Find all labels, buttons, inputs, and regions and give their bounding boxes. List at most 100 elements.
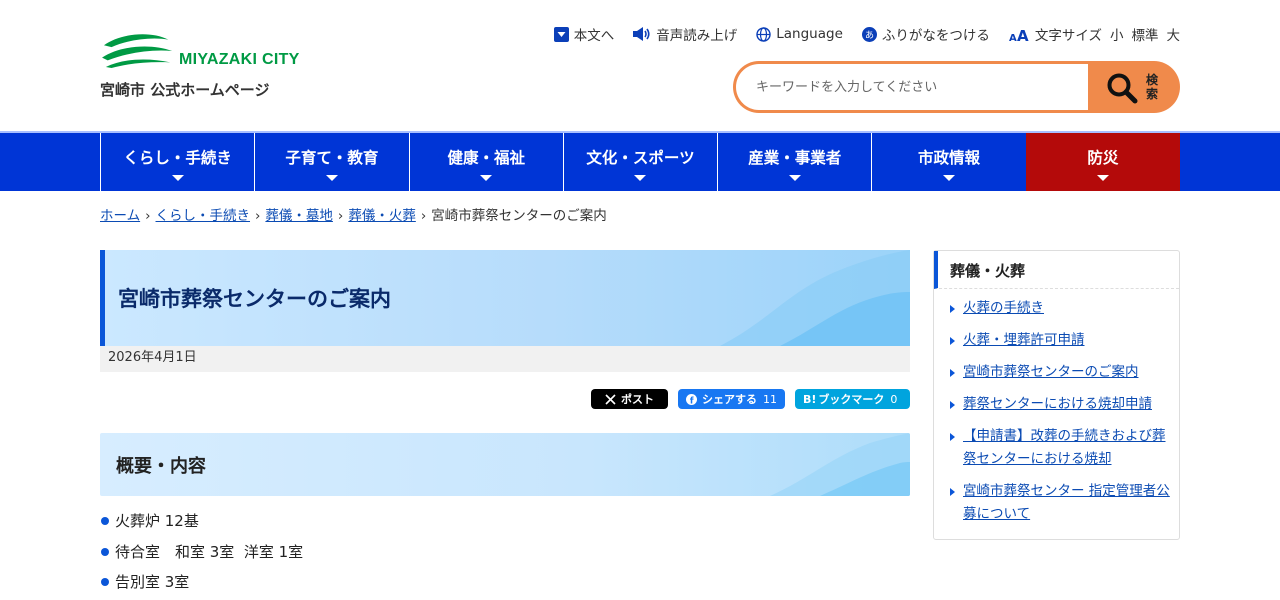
font-size-large-button[interactable]: 大	[1167, 24, 1181, 44]
breadcrumb-link-funeral-cemetery[interactable]: 葬儀・墓地	[265, 208, 333, 224]
sidebar-link-cremation-procedure[interactable]: 火葬の手続き	[963, 300, 1044, 316]
font-size-standard-button[interactable]: 標準	[1132, 24, 1159, 44]
nav-item-childcare[interactable]: 子育て・教育	[254, 133, 408, 191]
sidebar-item: 【申請書】改葬の手続きおよび葬祭センターにおける焼却	[948, 425, 1173, 471]
sidebar-heading: 葬儀・火葬	[934, 251, 1179, 289]
breadcrumb-link-home[interactable]: ホーム	[100, 208, 140, 224]
hatena-bookmark-label: ブックマーク	[818, 393, 885, 406]
breadcrumb-separator: ›	[337, 208, 344, 224]
svg-text:A: A	[1009, 33, 1017, 42]
site-header: MIYAZAKI CITY 宮崎市 公式ホームページ 本文へ 音声読み上げ La…	[0, 0, 1280, 131]
sidebar-link-incineration-application[interactable]: 葬祭センターにおける焼却申請	[963, 396, 1152, 412]
caret-down-icon	[634, 175, 647, 181]
sidebar-link-list: 火葬の手続き 火葬・埋葬許可申請 宮崎市葬祭センターのご案内 葬祭センターにおけ…	[948, 297, 1173, 535]
list-item: 待合室 和室 3室 洋室 1室	[100, 537, 303, 568]
nav-item-industry[interactable]: 産業・事業者	[717, 133, 871, 191]
nav-label: くらし・手続き	[123, 149, 232, 167]
nav-label: 防災	[1087, 149, 1119, 167]
nav-item-disaster[interactable]: 防災	[1025, 133, 1180, 191]
nav-label: 文化・スポーツ	[586, 149, 695, 167]
sidebar-item: 葬祭センターにおける焼却申請	[948, 393, 1173, 416]
nav-label: 産業・事業者	[748, 149, 842, 167]
read-aloud-link[interactable]: 音声読み上げ	[633, 24, 737, 44]
site-search: 検索	[733, 61, 1180, 113]
caret-down-icon	[788, 175, 801, 181]
language-link[interactable]: Language	[756, 26, 843, 42]
breadcrumb-current: 宮崎市葬祭センターのご案内	[431, 208, 607, 224]
caret-down-icon	[325, 175, 338, 181]
furigana-label: ふりがなをつける	[881, 28, 990, 44]
list-item-text: 火葬炉 12基	[115, 512, 199, 530]
magnifier-icon	[1107, 73, 1138, 104]
site-logo[interactable]: MIYAZAKI CITY 宮崎市 公式ホームページ	[100, 30, 300, 105]
read-aloud-label: 音声読み上げ	[656, 28, 738, 44]
bullet-dot-icon	[101, 578, 109, 586]
wave-decoration	[720, 250, 910, 346]
nav-label: 市政情報	[918, 149, 981, 167]
hiragana-a-icon: あ	[861, 26, 877, 42]
breadcrumb: ホーム › くらし・手続き › 葬儀・墓地 › 葬儀・火葬 › 宮崎市葬祭センターのご案内	[100, 204, 607, 224]
sidebar-link-manager-recruitment[interactable]: 宮崎市葬祭センター 指定管理者公募について	[963, 483, 1170, 522]
svg-text:f: f	[690, 395, 694, 405]
triangle-right-icon	[950, 369, 955, 377]
search-button[interactable]: 検索	[1088, 61, 1180, 113]
facebook-share-count: 11	[763, 392, 777, 406]
nav-item-city-info[interactable]: 市政情報	[871, 133, 1025, 191]
section-title: 概要・内容	[116, 456, 206, 477]
sidebar-item: 火葬の手続き	[948, 297, 1173, 320]
global-nav: くらし・手続き 子育て・教育 健康・福祉 文化・スポーツ 産業・事業者 市政情報…	[0, 131, 1280, 191]
x-logo-icon	[605, 393, 616, 405]
breadcrumb-separator: ›	[145, 208, 151, 224]
share-buttons: ポスト f シェアする 11 B! ブックマーク 0	[591, 389, 910, 409]
nav-item-culture[interactable]: 文化・スポーツ	[562, 133, 717, 191]
furigana-link[interactable]: あ ふりがなをつける	[861, 24, 990, 44]
font-size-small-button[interactable]: 小	[1110, 24, 1124, 44]
font-size-icon: AA	[1009, 27, 1029, 42]
search-button-label: 検索	[1145, 73, 1158, 101]
page-title: 宮崎市葬祭センターのご案内	[118, 287, 391, 311]
nav-label: 子育て・教育	[285, 149, 379, 167]
city-emblem-icon	[102, 34, 173, 68]
globe-icon	[756, 26, 771, 42]
hatena-bookmark-count: 0	[890, 392, 898, 406]
list-item-text: 告別室 3室	[115, 573, 190, 591]
caret-down-icon	[480, 175, 493, 181]
caret-down-icon	[171, 175, 184, 181]
sidebar-link-funeral-center-guide[interactable]: 宮崎市葬祭センターのご案内	[963, 364, 1139, 380]
nav-label: 健康・福祉	[447, 149, 525, 167]
triangle-right-icon	[950, 337, 955, 345]
breadcrumb-link-living[interactable]: くらし・手続き	[156, 208, 251, 224]
font-size-label: 文字サイズ	[1034, 28, 1102, 44]
sidebar-item: 宮崎市葬祭センターのご案内	[948, 361, 1173, 384]
list-item-text: 待合室 和室 3室 洋室 1室	[115, 542, 304, 561]
sidebar-item: 宮崎市葬祭センター 指定管理者公募について	[948, 480, 1173, 526]
font-size-control: AA 文字サイズ 小 標準 大	[1009, 24, 1181, 45]
triangle-right-icon	[950, 401, 955, 409]
sidebar-item: 火葬・埋葬許可申請	[948, 329, 1173, 352]
facebook-share-label: シェアする	[702, 393, 757, 406]
logo-english: MIYAZAKI CITY	[179, 51, 300, 68]
facility-list: 火葬炉 12基 待合室 和室 3室 洋室 1室 告別室 3室	[100, 506, 303, 598]
sidebar-link-reburial-form[interactable]: 【申請書】改葬の手続きおよび葬祭センターにおける焼却	[963, 428, 1166, 467]
nav-item-health[interactable]: 健康・福祉	[408, 133, 563, 191]
x-post-button[interactable]: ポスト	[591, 389, 668, 409]
search-input[interactable]	[733, 61, 1089, 113]
facebook-share-button[interactable]: f シェアする 11	[678, 389, 785, 409]
section-heading-banner: 概要・内容	[100, 433, 910, 496]
utility-menu: 本文へ 音声読み上げ Language あ ふりがなをつける AA 文字サイズ …	[535, 24, 1180, 44]
page-title-banner: 宮崎市葬祭センターのご案内	[100, 250, 910, 346]
nav-item-living[interactable]: くらし・手続き	[100, 133, 254, 191]
svg-text:A: A	[1017, 27, 1029, 42]
sidebar-menu: 葬儀・火葬 火葬の手続き 火葬・埋葬許可申請 宮崎市葬祭センターのご案内 葬祭セ…	[933, 250, 1180, 540]
breadcrumb-link-funeral-cremation[interactable]: 葬儀・火葬	[348, 208, 416, 224]
triangle-right-icon	[950, 305, 955, 313]
caret-down-icon	[1096, 175, 1109, 181]
sidebar-link-permit-application[interactable]: 火葬・埋葬許可申請	[963, 332, 1085, 348]
publish-date: 2026年4月1日	[100, 346, 910, 372]
bullet-dot-icon	[101, 517, 109, 525]
bullet-dot-icon	[101, 547, 109, 556]
hatena-bookmark-button[interactable]: B! ブックマーク 0	[795, 389, 910, 409]
breadcrumb-separator: ›	[420, 208, 427, 224]
breadcrumb-separator: ›	[255, 208, 261, 224]
skip-to-content-link[interactable]: 本文へ	[553, 24, 614, 44]
